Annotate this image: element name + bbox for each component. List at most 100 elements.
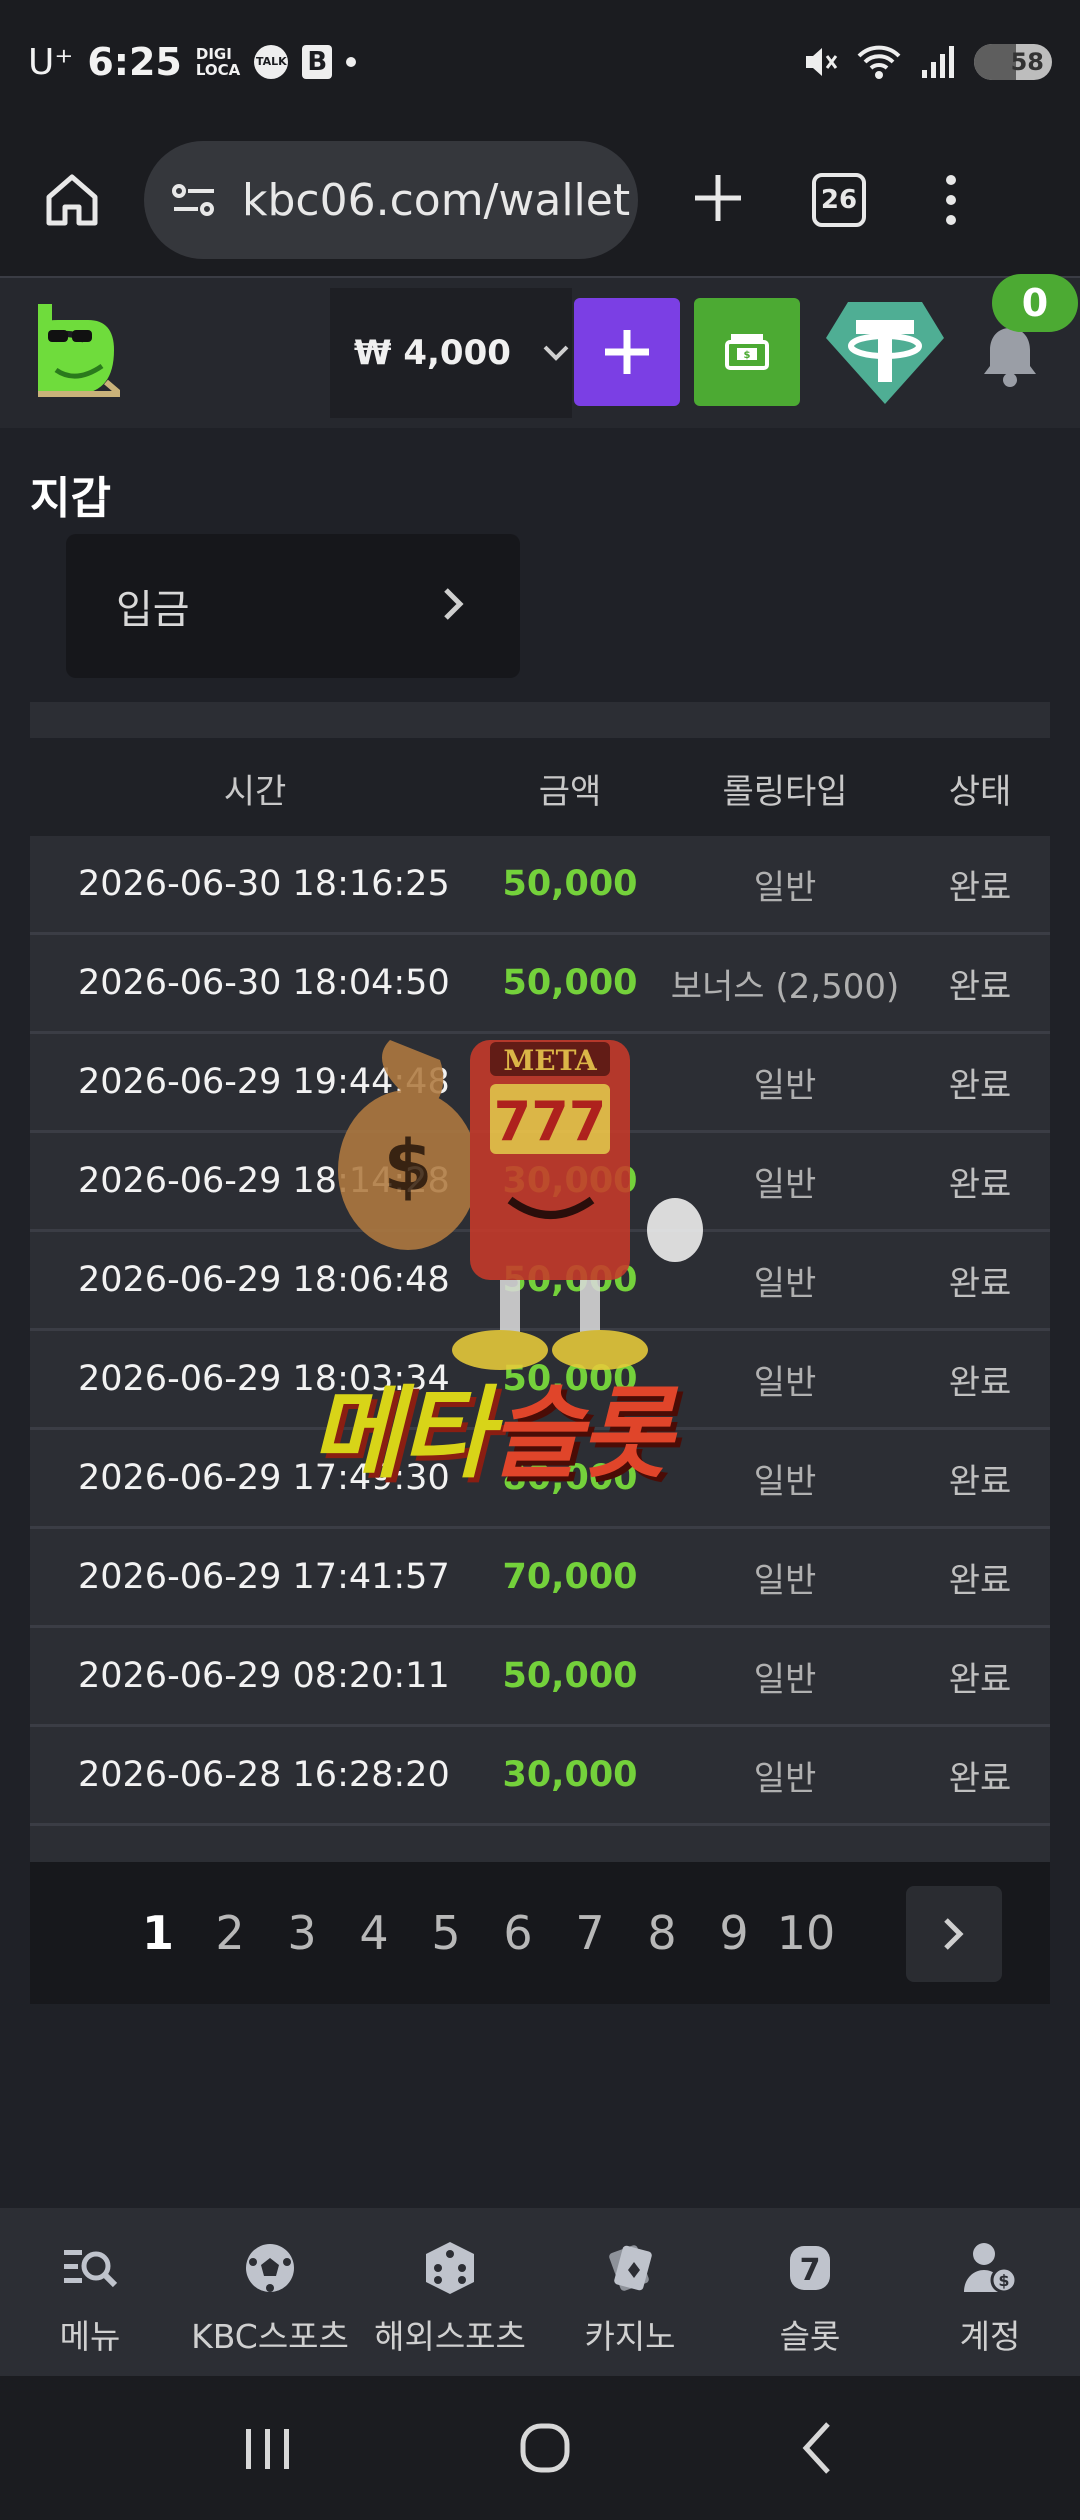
slot-seven-icon: 7 [790, 2246, 830, 2290]
account-icon: $ [964, 2243, 1018, 2294]
row-status: 완료 [948, 966, 1012, 1007]
tether-icon[interactable] [824, 300, 946, 406]
row-amount: 50,000 [502, 1656, 638, 1696]
row-rolling-type: 보너스 (2,500) [670, 966, 900, 1007]
row-status: 완료 [948, 1659, 1012, 1700]
table-row: 2026-06-29 08:20:11 50,000 일반 완료 [30, 1628, 1050, 1727]
nav-label: 메뉴 [59, 2317, 121, 2356]
dice-icon [426, 2242, 474, 2294]
home-icon [46, 174, 98, 226]
site-settings-icon[interactable] [170, 180, 218, 220]
table-row: 2026-06-30 18:04:50 50,000 보너스 (2,500) 완… [30, 935, 1050, 1034]
back-icon[interactable] [792, 2418, 842, 2478]
row-status: 완료 [948, 1065, 1012, 1106]
page-9[interactable]: 9 [698, 1906, 770, 1960]
row-amount: 70,000 [502, 1557, 638, 1597]
chevron-right-icon [944, 1918, 964, 1950]
nav-casino[interactable]: 카지노 [540, 2208, 720, 2376]
header-rolling-type: 롤링타입 [722, 771, 848, 812]
meta-slot-watermark-text: 메타슬롯 [310, 1375, 672, 1492]
balance-amount: ₩ 4,000 [354, 333, 511, 373]
row-time: 2026-06-30 18:16:25 [78, 864, 450, 904]
page-2[interactable]: 2 [194, 1906, 266, 1960]
row-status: 완료 [948, 1263, 1012, 1304]
page-3[interactable]: 3 [266, 1906, 338, 1960]
table-footer-strip [30, 1826, 1050, 1862]
recent-apps-icon[interactable] [238, 2423, 298, 2473]
new-tab-button[interactable] [678, 163, 758, 237]
soccer-ball-icon [246, 2244, 294, 2292]
system-navigation-bar [0, 2376, 1080, 2520]
nav-label: 계정 [959, 2317, 1021, 2356]
chevron-down-icon [543, 345, 569, 361]
svg-text:7: 7 [800, 2253, 821, 2288]
notification-count-badge: 0 [992, 274, 1078, 332]
home-button[interactable] [22, 171, 122, 229]
svg-text:$: $ [998, 2271, 1009, 2290]
row-status: 완료 [948, 1461, 1012, 1502]
row-rolling-type: 일반 [753, 1659, 817, 1700]
battery-indicator: 58 [974, 44, 1052, 80]
deposit-label: 입금 [116, 587, 190, 633]
svg-text:$: $ [744, 350, 751, 361]
cashier-button[interactable]: $ [694, 298, 800, 406]
browser-toolbar: kbc06.com/wallet 26 [0, 124, 1080, 278]
address-bar[interactable]: kbc06.com/wallet [144, 141, 638, 259]
page-10[interactable]: 10 [770, 1906, 842, 1960]
bell-icon[interactable] [982, 324, 1038, 388]
wifi-icon [857, 45, 901, 79]
next-page-button[interactable] [906, 1886, 1002, 1982]
svg-text:META: META [503, 1044, 598, 1077]
chevron-right-icon [444, 588, 464, 620]
status-bar: U⁺ 6:25 DIGI LOCA TALK B 58 [0, 0, 1080, 124]
table-row: 2026-06-29 17:41:57 70,000 일반 완료 [30, 1529, 1050, 1628]
nav-slot[interactable]: 7 슬롯 [720, 2208, 900, 2376]
blog-icon: B [302, 45, 333, 79]
row-status: 완료 [948, 1164, 1012, 1205]
row-amount: 50,000 [502, 963, 638, 1003]
more-options-button[interactable] [946, 175, 956, 225]
tab-switcher-button[interactable]: 26 [812, 173, 866, 227]
menu-search-icon [64, 2250, 118, 2288]
page-8[interactable]: 8 [626, 1906, 698, 1960]
plus-icon [605, 330, 649, 374]
svg-text:777: 777 [494, 1090, 607, 1153]
plus-icon [695, 175, 741, 221]
bottom-navigation: 메뉴 KBC스포츠 해외스포츠 카지노 7 슬롯 $ 계정 [0, 2208, 1080, 2376]
deposit-button[interactable]: 입금 [66, 534, 520, 678]
add-funds-button[interactable] [574, 298, 680, 406]
cash-register-icon: $ [725, 334, 769, 370]
home-circle-icon[interactable] [515, 2418, 575, 2478]
table-top-strip [30, 702, 1050, 738]
cards-icon [609, 2245, 652, 2291]
row-status: 완료 [948, 867, 1012, 908]
nav-label: 해외스포츠 [374, 2317, 526, 2356]
row-amount: 50,000 [502, 864, 638, 904]
table-row: 2026-06-30 18:16:25 50,000 일반 완료 [30, 836, 1050, 935]
page-1[interactable]: 1 [122, 1906, 194, 1960]
row-rolling-type: 일반 [753, 1758, 817, 1799]
row-time: 2026-06-29 08:20:11 [78, 1656, 450, 1696]
balance-dropdown[interactable]: ₩ 4,000 [330, 288, 572, 418]
notification-dot-icon [346, 57, 357, 67]
page-4[interactable]: 4 [338, 1906, 410, 1960]
page-6[interactable]: 6 [482, 1906, 554, 1960]
site-logo[interactable] [36, 300, 120, 400]
nav-label: 슬롯 [779, 2317, 841, 2356]
nav-label: KBC스포츠 [191, 2317, 349, 2356]
talk-icon: TALK [254, 45, 289, 79]
header-status: 상태 [948, 771, 1012, 812]
signal-icon [922, 46, 954, 78]
nav-kbc-sports[interactable]: KBC스포츠 [180, 2208, 360, 2376]
nav-overseas-sports[interactable]: 해외스포츠 [360, 2208, 540, 2376]
row-time: 2026-06-28 16:28:20 [78, 1755, 450, 1795]
nav-menu[interactable]: 메뉴 [0, 2208, 180, 2376]
row-time: 2026-06-30 18:04:50 [78, 963, 450, 1003]
row-time: 2026-06-29 17:41:57 [78, 1557, 450, 1597]
page-7[interactable]: 7 [554, 1906, 626, 1960]
page-5[interactable]: 5 [410, 1906, 482, 1960]
row-rolling-type: 일반 [753, 1560, 817, 1601]
pagination: 1 2 3 4 5 6 7 8 9 10 [30, 1862, 1050, 2004]
header-time: 시간 [223, 771, 287, 812]
nav-account[interactable]: $ 계정 [900, 2208, 1080, 2376]
